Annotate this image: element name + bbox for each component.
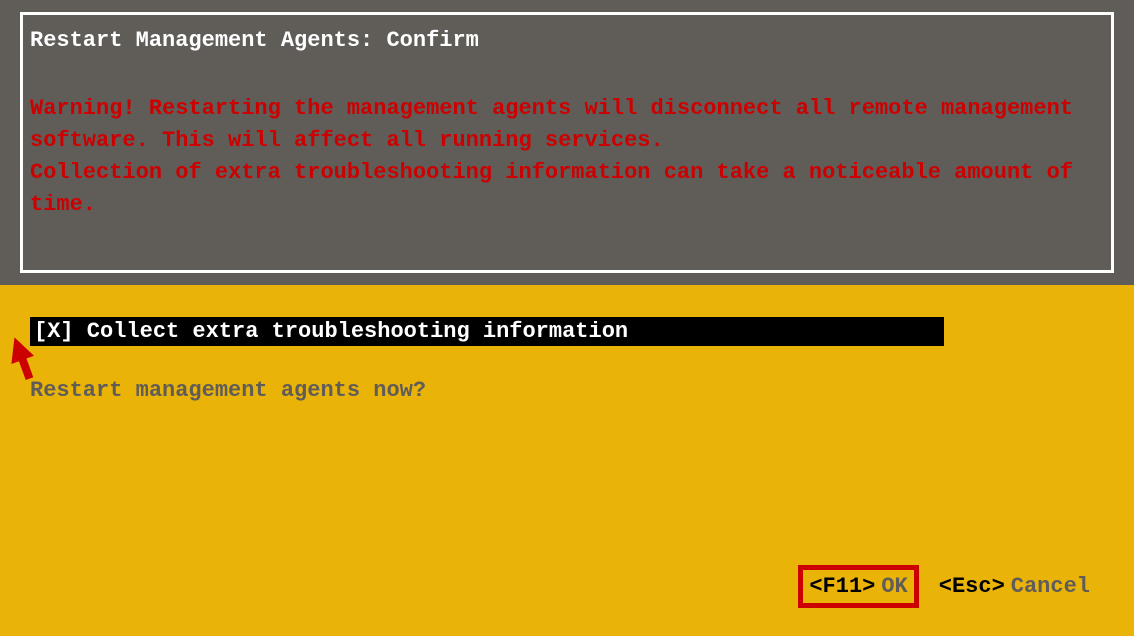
ok-key-hint: <F11> <box>809 574 875 599</box>
collect-troubleshooting-checkbox[interactable]: [X] Collect extra troubleshooting inform… <box>30 317 944 346</box>
cancel-key-hint: <Esc> <box>939 574 1005 599</box>
dialog-header: Restart Management Agents: Confirm Warni… <box>0 0 1134 285</box>
cancel-button[interactable]: <Esc> Cancel <box>933 570 1096 603</box>
ok-label: OK <box>881 574 907 599</box>
confirm-prompt: Restart management agents now? <box>30 378 1104 403</box>
button-bar: <F11> OK <Esc> Cancel <box>798 565 1096 608</box>
ok-button[interactable]: <F11> OK <box>798 565 918 608</box>
cancel-label: Cancel <box>1011 574 1090 599</box>
dialog-body: [X] Collect extra troubleshooting inform… <box>0 285 1134 636</box>
dialog-border <box>20 12 1114 273</box>
